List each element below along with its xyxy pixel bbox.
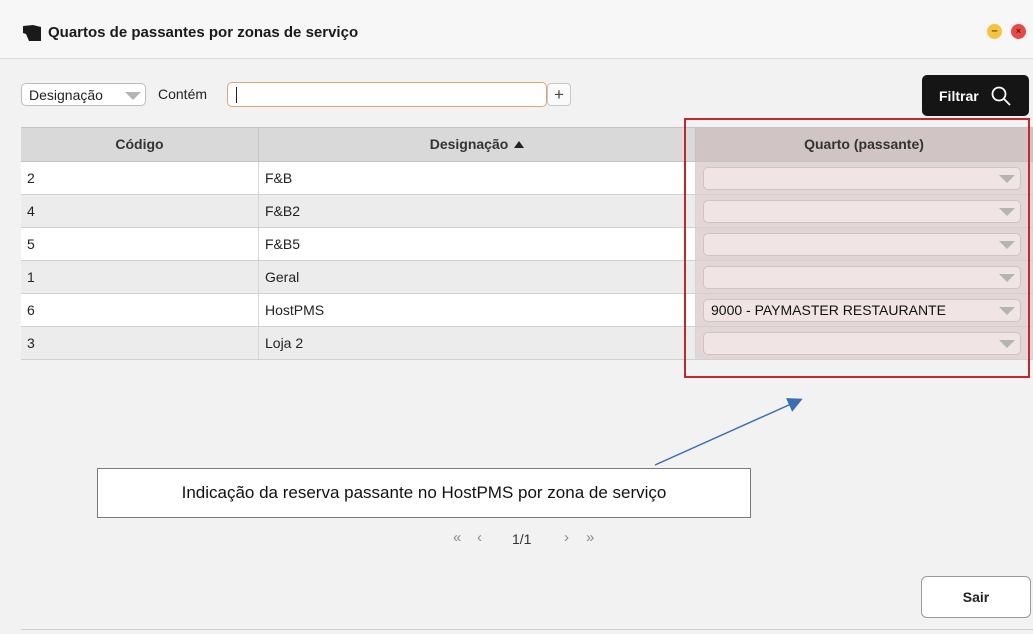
last-page-button[interactable]: » bbox=[586, 529, 594, 546]
exit-button[interactable]: Sair bbox=[921, 576, 1031, 618]
annotation-callout: Indicação da reserva passante no HostPMS… bbox=[97, 468, 751, 518]
page-indicator: 1/1 bbox=[512, 531, 532, 547]
prev-page-button[interactable]: ‹ bbox=[477, 529, 482, 546]
divider bbox=[21, 629, 1033, 630]
next-page-button[interactable]: › bbox=[564, 529, 569, 546]
first-page-button[interactable]: « bbox=[453, 529, 461, 546]
